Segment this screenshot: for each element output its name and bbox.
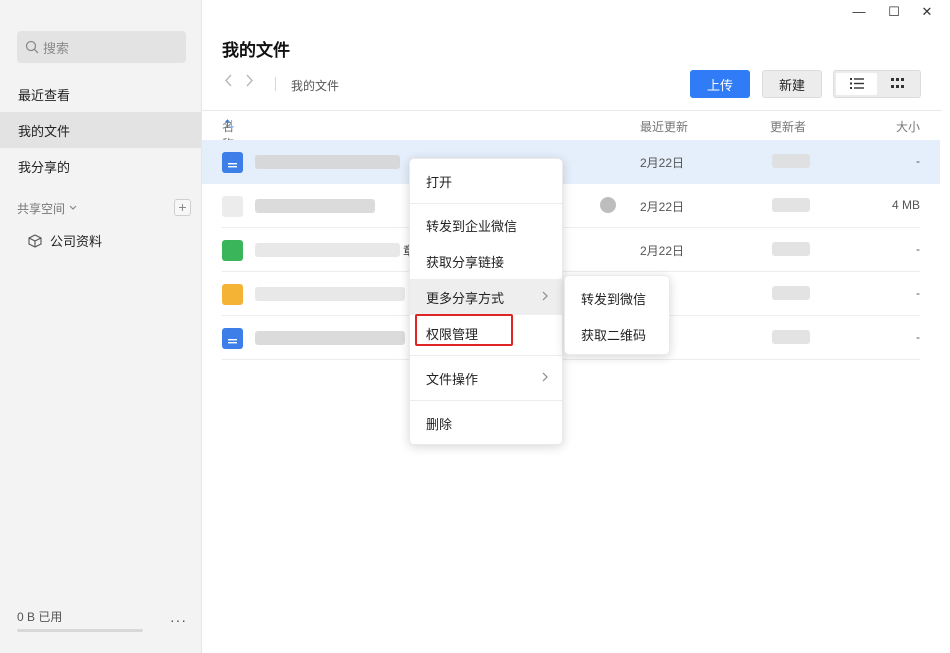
chevron-right-icon [542, 371, 548, 385]
menu-item-label: 打开 [426, 174, 453, 190]
table-header: 名称 最近更新 更新者 大小 [222, 118, 920, 151]
menu-item-delete[interactable]: 删除 [410, 405, 562, 441]
doc-icon [222, 152, 243, 173]
file-name-blurred [255, 331, 405, 345]
shared-space-toggle[interactable]: 共享空间 [17, 200, 77, 217]
sidebar-item-shared-by-me[interactable]: 我分享的 [0, 148, 201, 184]
row-size: - [916, 330, 920, 344]
cloud-icon [600, 197, 616, 213]
grid-view-button[interactable] [877, 73, 918, 95]
doc-icon [222, 328, 243, 349]
sheet-icon [222, 240, 243, 261]
storage-usage: 0 B 已用 [17, 610, 63, 624]
storage-bar [17, 629, 143, 632]
list-icon [849, 77, 864, 92]
row-size: - [916, 242, 920, 256]
row-date: 2月22日 [640, 156, 685, 170]
menu-item-label: 获取二维码 [581, 327, 647, 343]
row-size: - [916, 286, 920, 300]
menu-divider [410, 400, 562, 401]
file-name-blurred [255, 155, 400, 169]
row-updater-blurred [772, 286, 810, 300]
shared-space-label: 共享空间 [17, 202, 66, 216]
menu-item-label: 删除 [426, 416, 453, 432]
menu-item-label: 文件操作 [426, 371, 479, 387]
sidebar-item-label: 我的文件 [18, 123, 71, 139]
chevron-right-icon [542, 290, 548, 304]
search-placeholder: 搜索 [43, 40, 70, 56]
list-view-button[interactable] [836, 73, 877, 95]
row-size: 4 MB [891, 198, 920, 212]
back-arrow-icon[interactable] [224, 74, 233, 91]
folder-icon [222, 284, 243, 305]
breadcrumb[interactable]: 我的文件 [291, 77, 339, 94]
forward-arrow-icon[interactable] [245, 74, 254, 91]
menu-item-label: 转发到企业微信 [426, 218, 518, 234]
row-updater-blurred [772, 198, 810, 212]
row-size: - [916, 154, 920, 168]
grid-icon [891, 77, 904, 92]
file-name-blurred [255, 287, 405, 301]
menu-divider [410, 203, 562, 204]
file-name-blurred [255, 199, 375, 213]
close-button[interactable]: ✕ [918, 4, 936, 20]
search-input[interactable]: 搜索 [17, 31, 186, 63]
more-options-button[interactable]: ··· [170, 612, 187, 628]
highlight-annotation [415, 314, 513, 346]
row-date: 2月22日 [640, 200, 685, 214]
history-nav [224, 74, 254, 91]
row-updater-blurred [772, 154, 810, 168]
sidebar-item-label: 最近查看 [18, 87, 71, 103]
new-button[interactable]: 新建 [762, 70, 822, 98]
chevron-down-icon [69, 203, 77, 214]
share-submenu: 转发到微信 获取二维码 [564, 275, 670, 355]
sidebar-item-company-docs[interactable]: 公司资料 [28, 231, 102, 250]
table-row[interactable]: 章 2月22日 - [202, 228, 940, 272]
menu-item-label: 获取分享链接 [426, 254, 505, 270]
search-icon [25, 40, 39, 54]
minimize-button[interactable]: — [850, 4, 868, 20]
menu-item-forward-wecom[interactable]: 转发到企业微信 [410, 207, 562, 243]
add-space-button[interactable]: + [174, 199, 191, 216]
row-date: 2月22日 [640, 244, 685, 258]
file-icon [222, 196, 243, 217]
page-title: 我的文件 [222, 41, 290, 60]
breadcrumb-divider [275, 77, 276, 91]
view-toggle [833, 70, 921, 98]
sidebar-item-my-files[interactable]: 我的文件 [0, 112, 201, 148]
menu-item-label: 更多分享方式 [426, 290, 505, 306]
column-updated[interactable]: 最近更新 [640, 118, 688, 135]
header-divider [202, 110, 942, 111]
cube-icon [28, 233, 42, 248]
row-divider [222, 359, 920, 360]
upload-button[interactable]: 上传 [690, 70, 750, 98]
table-row[interactable]: 2月22日 - [202, 140, 940, 184]
sidebar: 搜索 最近查看 我的文件 我分享的 共享空间 + 公司资料 0 B 已用 ··· [0, 0, 202, 653]
submenu-item-forward-wechat[interactable]: 转发到微信 [565, 280, 669, 316]
maximize-button[interactable]: ☐ [885, 4, 903, 20]
plus-icon: + [178, 199, 187, 215]
menu-item-share-link[interactable]: 获取分享链接 [410, 243, 562, 279]
context-menu: 打开 转发到企业微信 获取分享链接 更多分享方式 权限管理 文件操作 删除 [409, 158, 563, 445]
sidebar-item-recent[interactable]: 最近查看 [0, 76, 201, 112]
row-updater-blurred [772, 242, 810, 256]
row-updater-blurred [772, 330, 810, 344]
menu-item-more-share[interactable]: 更多分享方式 [410, 279, 562, 315]
submenu-item-qr-code[interactable]: 获取二维码 [565, 316, 669, 352]
menu-item-file-actions[interactable]: 文件操作 [410, 360, 562, 396]
menu-item-open[interactable]: 打开 [410, 163, 562, 199]
sort-icon[interactable] [225, 118, 234, 132]
space-item-label: 公司资料 [50, 234, 103, 249]
table-row[interactable]: 2月22日 4 MB [202, 184, 940, 228]
menu-divider [410, 355, 562, 356]
file-name-blurred [255, 243, 400, 257]
menu-item-label: 转发到微信 [581, 291, 647, 307]
sidebar-item-label: 我分享的 [18, 159, 71, 175]
column-size[interactable]: 大小 [896, 118, 920, 135]
column-updater[interactable]: 更新者 [770, 118, 806, 135]
